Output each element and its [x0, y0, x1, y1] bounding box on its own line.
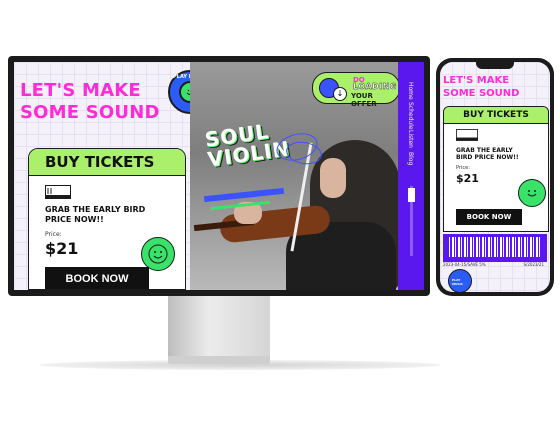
ticket-card: BUY TICKETS GRAB THE EARLY BIRD PRICE NO…: [28, 148, 186, 290]
barcode-icon: [449, 237, 541, 257]
smiley-badge-icon: [141, 237, 175, 271]
blue-stroke-decoration: [203, 187, 285, 203]
photo-face: [320, 158, 346, 198]
mobile-headline-line1: LET'S MAKE: [443, 75, 510, 86]
mobile-headline: LET'S MAKE SOME SOUND: [443, 74, 543, 100]
mobile-book-now-button[interactable]: BOOK NOW: [456, 209, 522, 225]
loading-offer-pill[interactable]: ↓ DO LOADING YOUR OFFER: [312, 72, 400, 108]
desktop-monitor: LET'S MAKE SOME SOUND PLAY MUSIC BUY TIC…: [8, 56, 430, 296]
mobile-ticket-description: GRAB THE EARLY BIRD PRICE NOW!!: [456, 147, 519, 161]
nav-item-listen[interactable]: Listen: [407, 130, 414, 148]
barcode-code-left: 2023-04-15/SAVE 5%: [443, 262, 486, 267]
nav-item-schedule[interactable]: Schedule: [407, 102, 414, 130]
desktop-screen: LET'S MAKE SOME SOUND PLAY MUSIC BUY TIC…: [14, 62, 424, 290]
price-value: $21: [45, 239, 79, 258]
hero-headline-line2: SOME SOUND: [20, 102, 160, 123]
phone-notch: [476, 62, 514, 69]
mobile-price-label: Price:: [456, 165, 470, 171]
scroll-thumb[interactable]: [408, 188, 415, 202]
side-navigation: Home Schedule Listen Blog: [398, 62, 424, 290]
mobile-price-value: $21: [456, 172, 479, 185]
offer-loading-text: LOADING: [353, 82, 397, 91]
ticket-card-title: BUY TICKETS: [29, 149, 185, 176]
mobile-smiley-badge-icon: [518, 179, 546, 207]
nav-item-home[interactable]: Home: [407, 82, 414, 100]
monitor-stand-foot: [168, 356, 270, 364]
download-arrow-icon: ↓: [333, 87, 347, 101]
hero-headline-line1: LET'S MAKE: [20, 80, 141, 101]
mobile-ticket-title: BUY TICKETS: [444, 107, 548, 124]
mobile-screen: LET'S MAKE SOME SOUND BUY TICKETS GRAB T…: [440, 62, 550, 292]
hero-headline: LET'S MAKE SOME SOUND: [20, 80, 190, 124]
monitor-stand: [168, 296, 270, 358]
ticket-stack-icon: [45, 185, 71, 199]
mobile-ticket-card: BUY TICKETS GRAB THE EARLY BIRD PRICE NO…: [443, 106, 549, 232]
offer-your-text: YOUR OFFER: [351, 92, 377, 108]
barcode-strip: [443, 234, 547, 262]
mobile-phone: LET'S MAKE SOME SOUND BUY TICKETS GRAB T…: [436, 58, 554, 296]
price-label: Price:: [45, 231, 62, 238]
mobile-headline-line2: SOME SOUND: [443, 88, 520, 99]
book-now-button[interactable]: BOOK NOW: [45, 267, 149, 289]
ticket-description: GRAB THE EARLY BIRD PRICE NOW!!: [45, 205, 146, 224]
mobile-ticket-stack-icon: [456, 129, 478, 141]
mobile-play-music-badge: PLAY MUSIC: [448, 269, 472, 292]
barcode-code-right: S/2023/21: [523, 262, 544, 267]
nav-item-blog[interactable]: Blog: [407, 152, 414, 165]
mobile-badge-text: PLAY MUSIC: [452, 278, 463, 286]
